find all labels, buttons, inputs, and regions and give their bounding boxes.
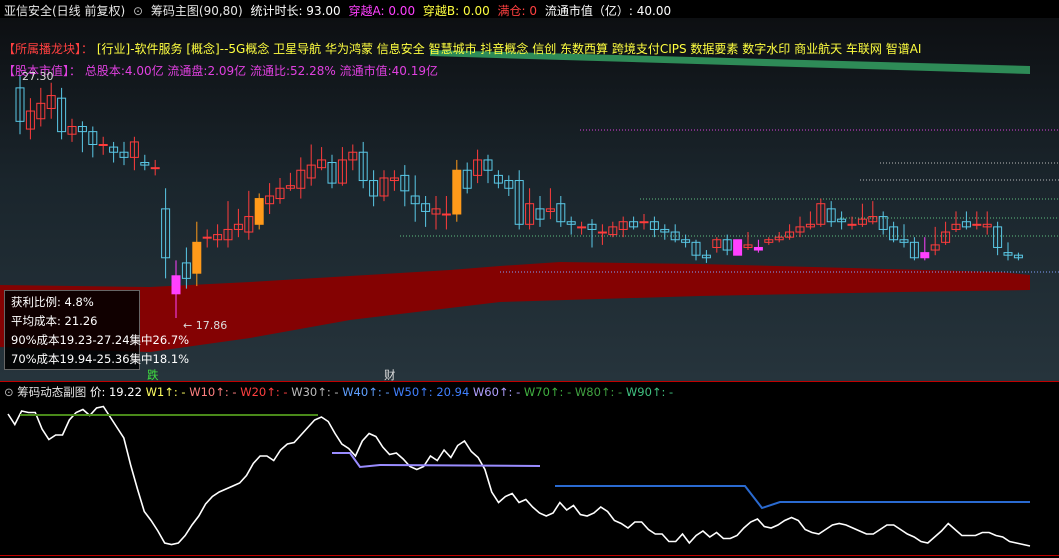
w30: W30↑: - <box>291 385 339 399</box>
capital-line: 【股本市值】： 总股本:4.00亿 流通盘:2.09亿 流通比:52.28% 流… <box>3 62 438 79</box>
main-indicator-name[interactable]: 筹码主图(90,80) <box>151 4 243 18</box>
w80: W80↑: - <box>574 385 623 399</box>
candle-body <box>920 252 930 259</box>
cost-70: 70%成本19.94-25.36集中18.1% <box>11 352 190 366</box>
concept-list: [概念]--5G概念 卫星导航 华为鸿蒙 信息安全 智慧城市 抖音概念 信创 东… <box>186 42 922 56</box>
sub-price-line <box>7 405 1031 547</box>
cross-a: 穿越A: 0.00 <box>348 4 416 18</box>
candle-body <box>597 231 607 234</box>
candle-body <box>972 223 982 226</box>
candle-body <box>733 239 743 256</box>
candle-body <box>577 226 587 229</box>
sub-indicator-name[interactable]: 筹码动态副图 <box>17 385 86 399</box>
candle-body <box>847 223 857 226</box>
candle-body <box>171 275 181 295</box>
candle-body <box>441 213 451 216</box>
sub-indicator-toggle-icon[interactable]: ⊙ <box>4 385 14 399</box>
sub-price: 价: 19.22 <box>89 385 142 399</box>
concept-line: 【所属播龙块】： [行业]-软件服务 [概念]--5G概念 卫星导航 华为鸿蒙 … <box>3 40 921 57</box>
candle-body <box>452 169 462 215</box>
w10: W10↑: - <box>189 385 237 399</box>
candle-body <box>202 236 212 239</box>
cost-90: 90%成本19.23-27.24集中26.7% <box>11 333 190 347</box>
chip-stats-box: 获利比例: 4.8% 平均成本: 21.26 90%成本19.23-27.24集… <box>4 290 190 370</box>
w50-line <box>555 485 1030 510</box>
candle-body <box>254 198 264 225</box>
candle-body <box>98 144 108 147</box>
capital-text: 总股本:4.00亿 流通盘:2.09亿 流通比:52.28% 流通市值:40.1… <box>84 64 439 78</box>
candle-body <box>753 246 763 251</box>
w90: W90↑: - <box>625 385 674 399</box>
w70: W70↑: - <box>523 385 572 399</box>
profit-ratio: 获利比例: 4.8% <box>11 295 94 309</box>
cross-b: 穿越B: 0.00 <box>422 4 490 18</box>
candle-body <box>192 241 202 274</box>
w60: W60↑: - <box>472 385 521 399</box>
candlestick-chart[interactable] <box>0 0 1059 558</box>
finance-badge: 财 <box>384 368 396 382</box>
w20: W20↑: - <box>240 385 288 399</box>
w1: W1↑: - <box>145 385 186 399</box>
high-price-mark: 27.30 <box>22 70 54 83</box>
sub-header: ⊙ 筹码动态副图 价: 19.22 W1↑: - W10↑: - W20↑: -… <box>4 384 673 400</box>
avg-cost: 平均成本: 21.26 <box>11 314 98 328</box>
w50: W50↑: 20.94 <box>393 385 470 399</box>
float-cap: 流通市值（亿）: 40.00 <box>544 4 672 18</box>
stat-duration: 统计时长: 93.00 <box>250 4 341 18</box>
main-indicator-toggle-icon[interactable]: ⊙ <box>133 4 143 18</box>
stock-title[interactable]: 亚信安全(日线 前复权) <box>4 4 125 18</box>
top-header: 亚信安全(日线 前复权) ⊙ 筹码主图(90,80) 统计时长: 93.00 穿… <box>4 2 675 19</box>
candle-body <box>150 167 160 170</box>
fall-badge: 跌 <box>147 368 159 382</box>
concept-industry: [行业]-软件服务 <box>96 42 183 56</box>
concept-label: 【所属播龙块】： <box>3 42 94 56</box>
candle-body <box>639 221 649 224</box>
full-position: 满仓: 0 <box>497 4 538 18</box>
w40: W40↑: - <box>342 385 390 399</box>
low-price-mark: ← 17.86 <box>183 319 228 332</box>
